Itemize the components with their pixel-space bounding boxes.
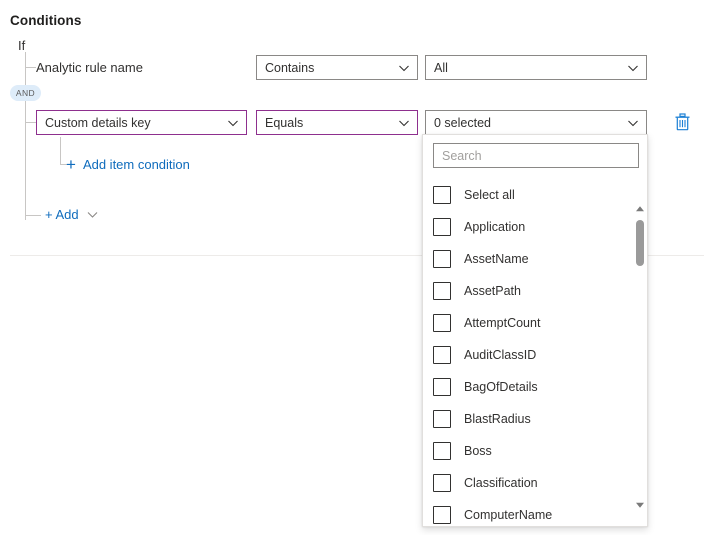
- option-row[interactable]: ComputerName: [423, 499, 629, 527]
- chevron-down-icon: [626, 61, 640, 75]
- option-row[interactable]: BlastRadius: [423, 403, 629, 435]
- options-list: Select all Application AssetName AssetPath A…: [423, 179, 648, 527]
- option-label: Application: [464, 220, 525, 234]
- tree-subtrunk-line: [60, 137, 61, 165]
- operator-select-row2-value: Equals: [265, 116, 397, 130]
- tree-branch-line-add: [25, 215, 41, 216]
- value-multiselect-row2[interactable]: 0 selected: [425, 110, 647, 135]
- option-checkbox[interactable]: [433, 250, 451, 268]
- scrollbar-thumb[interactable]: [636, 220, 644, 266]
- option-checkbox[interactable]: [433, 218, 451, 236]
- operator-select-row1[interactable]: Contains: [256, 55, 418, 80]
- option-label: BlastRadius: [464, 412, 531, 426]
- option-row[interactable]: AssetPath: [423, 275, 629, 307]
- option-label: ComputerName: [464, 508, 552, 522]
- and-connector-badge[interactable]: AND: [10, 85, 41, 101]
- option-row[interactable]: BagOfDetails: [423, 371, 629, 403]
- option-checkbox[interactable]: [433, 442, 451, 460]
- add-group-label: + Add: [45, 207, 79, 222]
- panel-right-edge: [647, 135, 648, 527]
- chevron-down-icon: [397, 116, 411, 130]
- option-checkbox[interactable]: [433, 474, 451, 492]
- option-row[interactable]: Classification: [423, 467, 629, 499]
- tree-branch-line-row2: [25, 122, 36, 123]
- chevron-down-icon: [86, 208, 99, 221]
- operator-select-row2[interactable]: Equals: [256, 110, 418, 135]
- operator-select-row1-value: Contains: [265, 61, 397, 75]
- chevron-down-icon: [397, 61, 411, 75]
- if-label: If: [18, 38, 25, 53]
- option-checkbox[interactable]: [433, 282, 451, 300]
- trash-icon: [674, 113, 691, 134]
- value-select-row1-value: All: [434, 61, 626, 75]
- condition-property-label: Analytic rule name: [36, 60, 143, 75]
- chevron-down-icon: [626, 116, 640, 130]
- scroll-down-arrow-icon[interactable]: [634, 499, 646, 511]
- option-label: Select all: [464, 188, 515, 202]
- option-label: BagOfDetails: [464, 380, 538, 394]
- option-label: AssetName: [464, 252, 529, 266]
- option-label: Classification: [464, 476, 538, 490]
- add-item-condition-label: Add item condition: [83, 157, 190, 172]
- page-title: Conditions: [10, 13, 82, 28]
- option-label: Boss: [464, 444, 492, 458]
- value-multiselect-row2-value: 0 selected: [434, 116, 626, 130]
- option-label: AssetPath: [464, 284, 521, 298]
- property-select-row2-value: Custom details key: [45, 116, 226, 130]
- option-row[interactable]: AuditClassID: [423, 339, 629, 371]
- option-checkbox[interactable]: [433, 506, 451, 524]
- option-label: AttemptCount: [464, 316, 540, 330]
- option-row[interactable]: Boss: [423, 435, 629, 467]
- option-row[interactable]: AttemptCount: [423, 307, 629, 339]
- tree-branch-line-row1: [25, 67, 36, 68]
- property-select-row2[interactable]: Custom details key: [36, 110, 247, 135]
- chevron-down-icon: [226, 116, 240, 130]
- option-checkbox[interactable]: [433, 378, 451, 396]
- values-dropdown-panel: Select all Application AssetName AssetPath A…: [422, 134, 648, 527]
- add-group-link[interactable]: + Add: [45, 207, 99, 222]
- option-checkbox[interactable]: [433, 314, 451, 332]
- search-input[interactable]: [433, 143, 639, 168]
- option-row[interactable]: Select all: [423, 179, 629, 211]
- option-checkbox[interactable]: [433, 410, 451, 428]
- option-row[interactable]: Application: [423, 211, 629, 243]
- add-item-condition-link[interactable]: + Add item condition: [66, 157, 190, 172]
- options-scrollbar[interactable]: [632, 179, 648, 527]
- value-select-row1[interactable]: All: [425, 55, 647, 80]
- option-checkbox[interactable]: [433, 346, 451, 364]
- conditions-panel: Conditions If AND Analytic rule name Con…: [0, 0, 704, 535]
- delete-condition-button[interactable]: [671, 112, 693, 134]
- option-row[interactable]: AssetName: [423, 243, 629, 275]
- scroll-up-arrow-icon[interactable]: [634, 203, 646, 215]
- tree-trunk-line: [25, 52, 26, 220]
- option-checkbox[interactable]: [433, 186, 451, 204]
- option-label: AuditClassID: [464, 348, 536, 362]
- plus-icon: +: [66, 158, 76, 172]
